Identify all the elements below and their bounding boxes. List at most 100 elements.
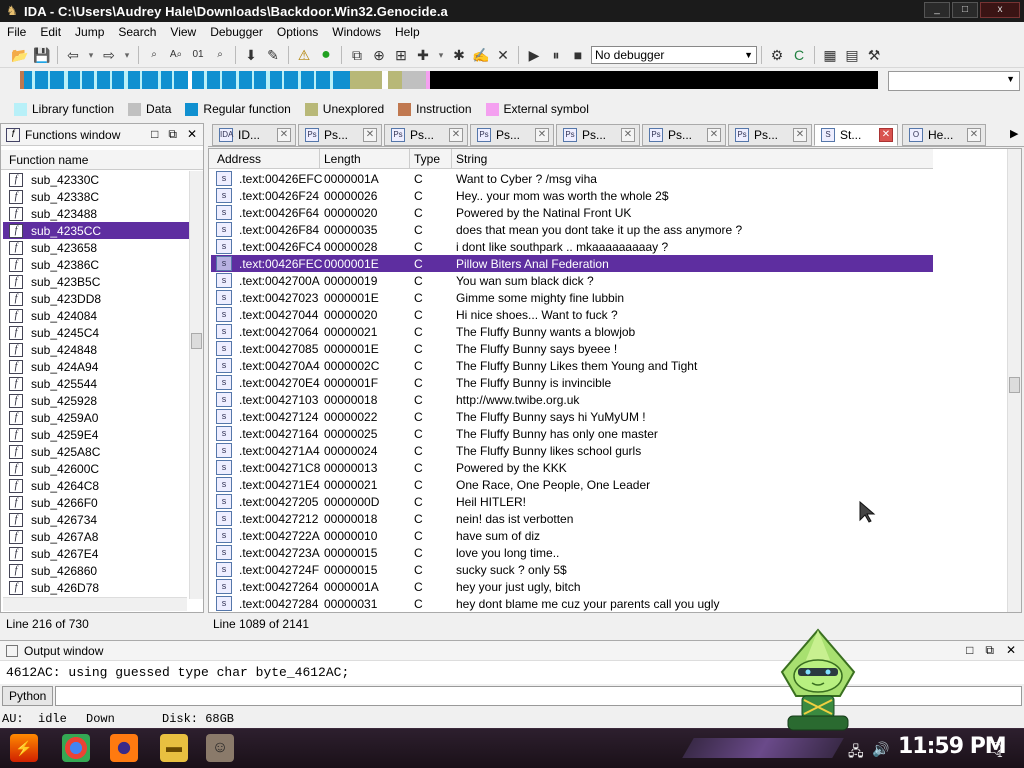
menu-view[interactable]: View bbox=[163, 22, 203, 42]
command-input[interactable] bbox=[55, 686, 1022, 706]
string-row[interactable]: s .text:00427064 00000021 C The Fluffy Bunny… bbox=[211, 323, 933, 340]
tab-close-icon[interactable]: ✕ bbox=[967, 128, 981, 142]
tab-close-icon[interactable]: ✕ bbox=[621, 128, 635, 142]
function-name-column-header[interactable]: Function name bbox=[1, 150, 203, 170]
breakpoints-icon[interactable]: ▤ bbox=[842, 45, 862, 65]
string-row[interactable]: s .text:004271E4 00000021 C One Race, One Pe… bbox=[211, 476, 933, 493]
functions-vertical-scrollbar[interactable] bbox=[189, 171, 203, 599]
string-row[interactable]: s .text:00426FC4 00000028 Ci dont like sout… bbox=[211, 238, 933, 255]
tab-6[interactable]: Ps Ps... ✕ bbox=[728, 124, 812, 146]
function-list-item[interactable]: f sub_424A94 bbox=[3, 358, 189, 375]
function-list-item[interactable]: f sub_4245C4 bbox=[3, 324, 189, 341]
functions-horizontal-scrollbar[interactable] bbox=[3, 597, 187, 611]
string-row[interactable]: s .text:004271A4 00000024 C The Fluffy Bunny… bbox=[211, 442, 933, 459]
function-list-item[interactable]: f sub_426860 bbox=[3, 562, 189, 579]
tab-scroll-right-icon[interactable]: ▶ bbox=[1010, 127, 1018, 140]
function-list-item[interactable]: f sub_423488 bbox=[3, 205, 189, 222]
back-arrow-icon[interactable]: ⇦ bbox=[63, 45, 83, 65]
tab-close-icon[interactable]: ✕ bbox=[277, 128, 291, 142]
debugger-select[interactable]: No debugger ▼ bbox=[591, 45, 757, 64]
function-list-item[interactable]: f sub_424848 bbox=[3, 341, 189, 358]
search-next-icon[interactable]: ⌕ bbox=[210, 45, 230, 65]
string-row[interactable]: s .text:00426F84 00000035 Cdoes that mean y… bbox=[211, 221, 933, 238]
menu-file[interactable]: File bbox=[0, 22, 33, 42]
save-icon[interactable]: 💾 bbox=[32, 45, 52, 65]
maximize-button[interactable]: □ bbox=[952, 2, 978, 18]
stop-icon[interactable]: ■ bbox=[568, 45, 588, 65]
forward-dropdown-icon[interactable]: ▾ bbox=[121, 45, 133, 65]
green-circle-icon[interactable]: ● bbox=[316, 45, 336, 65]
tab-4[interactable]: Ps Ps... ✕ bbox=[556, 124, 640, 146]
tab-0[interactable]: IDA ID... ✕ bbox=[212, 124, 296, 146]
function-list-item[interactable]: f sub_42338C bbox=[3, 188, 189, 205]
refresh-c-icon[interactable]: C bbox=[789, 45, 809, 65]
tab-close-icon[interactable]: ✕ bbox=[879, 128, 893, 142]
string-row[interactable]: s .text:00427264 0000001A Chey your just ug… bbox=[211, 578, 933, 595]
edit-function-icon[interactable]: ✍ bbox=[471, 45, 491, 65]
float-pane-icon[interactable]: ⧉ bbox=[985, 643, 994, 658]
tab-8[interactable]: O He... ✕ bbox=[902, 124, 986, 146]
graph-view-icon[interactable]: ⧉ bbox=[347, 45, 367, 65]
python-button[interactable]: Python bbox=[2, 686, 54, 706]
back-dropdown-icon[interactable]: ▾ bbox=[85, 45, 97, 65]
tab-close-icon[interactable]: ✕ bbox=[535, 128, 549, 142]
network-icon[interactable]: 🖧 bbox=[848, 741, 864, 765]
function-list-item[interactable]: f sub_425928 bbox=[3, 392, 189, 409]
function-list-item[interactable]: f sub_4259E4 bbox=[3, 426, 189, 443]
function-list-item[interactable]: f sub_4264C8 bbox=[3, 477, 189, 494]
immediate-search-icon[interactable]: 01 bbox=[188, 45, 208, 65]
warning-triangle-icon[interactable]: ⚠ bbox=[294, 45, 314, 65]
function-list-item[interactable]: f sub_4266F0 bbox=[3, 494, 189, 511]
function-list-item[interactable]: f sub_423B5C bbox=[3, 273, 189, 290]
function-list-item[interactable]: f sub_425544 bbox=[3, 375, 189, 392]
string-row[interactable]: s .text:00427212 00000018 Cnein! das ist ve… bbox=[211, 510, 933, 527]
function-list-item[interactable]: f sub_4267A8 bbox=[3, 528, 189, 545]
function-list-item[interactable]: f sub_42600C bbox=[3, 460, 189, 477]
menu-edit[interactable]: Edit bbox=[33, 22, 68, 42]
mark-position-icon[interactable]: ✎ bbox=[263, 45, 283, 65]
pause-icon[interactable]: ⏸ bbox=[546, 45, 566, 65]
function-list-item[interactable]: f sub_426734 bbox=[3, 511, 189, 528]
tab-5[interactable]: Ps Ps... ✕ bbox=[642, 124, 726, 146]
add-code-dropdown-icon[interactable]: ▾ bbox=[435, 45, 447, 65]
navigation-band-strip[interactable] bbox=[20, 71, 878, 89]
delete-x-icon[interactable]: ✕ bbox=[493, 45, 513, 65]
menu-options[interactable]: Options bbox=[270, 22, 325, 42]
function-list-item[interactable]: f sub_424084 bbox=[3, 307, 189, 324]
close-button[interactable]: x bbox=[980, 2, 1020, 18]
minimize-button[interactable]: _ bbox=[924, 2, 950, 18]
string-row[interactable]: s .text:00426F24 00000026 C Hey.. your mom w… bbox=[211, 187, 933, 204]
scrollbar-thumb[interactable] bbox=[1009, 377, 1020, 393]
string-row[interactable]: s .text:00427284 00000031 Chey dont blame m… bbox=[211, 595, 933, 612]
menu-windows[interactable]: Windows bbox=[325, 22, 388, 42]
string-row[interactable]: s .text:00427205 0000000D C Heil HITLER! bbox=[211, 493, 933, 510]
function-list-item[interactable]: f sub_4259A0 bbox=[3, 409, 189, 426]
function-list-item[interactable]: f sub_425A8C bbox=[3, 443, 189, 460]
float-pane-icon[interactable]: ⧉ bbox=[168, 127, 177, 142]
tab-3[interactable]: Ps Ps... ✕ bbox=[470, 124, 554, 146]
function-list-item[interactable]: f sub_4267E4 bbox=[3, 545, 189, 562]
start-button-icon[interactable]: ⚡ bbox=[10, 734, 38, 762]
string-row[interactable]: s .text:0042723A 00000015 Clove you long ti… bbox=[211, 544, 933, 561]
add-code-icon[interactable]: ✚ bbox=[413, 45, 433, 65]
file-explorer-icon[interactable]: ▬ bbox=[160, 734, 188, 762]
binary-search-icon[interactable]: ⌕ bbox=[144, 45, 164, 65]
string-row[interactable]: s .text:0042724F 00000015 Csucky suck ? onl… bbox=[211, 561, 933, 578]
menu-help[interactable]: Help bbox=[388, 22, 427, 42]
maximize-pane-icon[interactable]: □ bbox=[151, 127, 158, 142]
add-node-icon[interactable]: ⊕ bbox=[369, 45, 389, 65]
function-list-item[interactable]: f sub_42386C bbox=[3, 256, 189, 273]
tab-1[interactable]: Ps Ps... ✕ bbox=[298, 124, 382, 146]
menu-jump[interactable]: Jump bbox=[68, 22, 111, 42]
string-row[interactable]: s .text:00426F64 00000020 C Powered by the N… bbox=[211, 204, 933, 221]
string-row[interactable]: s .text:004271C8 00000013 C Powered by the K… bbox=[211, 459, 933, 476]
taskbar-app-portrait-icon[interactable]: ☺ bbox=[206, 734, 234, 762]
jump-down-icon[interactable]: ⬇ bbox=[241, 45, 261, 65]
function-list-item[interactable]: f sub_42330C bbox=[3, 171, 189, 188]
string-row[interactable]: s .text:00427164 00000025 C The Fluffy Bunny… bbox=[211, 425, 933, 442]
string-row[interactable]: s .text:0042700A 00000019 C You wan sum blac… bbox=[211, 272, 933, 289]
string-row[interactable]: s .text:00427023 0000001E C Gimme some might… bbox=[211, 289, 933, 306]
tab-close-icon[interactable]: ✕ bbox=[707, 128, 721, 142]
volume-icon[interactable]: 🔊 bbox=[872, 741, 889, 758]
tab-close-icon[interactable]: ✕ bbox=[449, 128, 463, 142]
